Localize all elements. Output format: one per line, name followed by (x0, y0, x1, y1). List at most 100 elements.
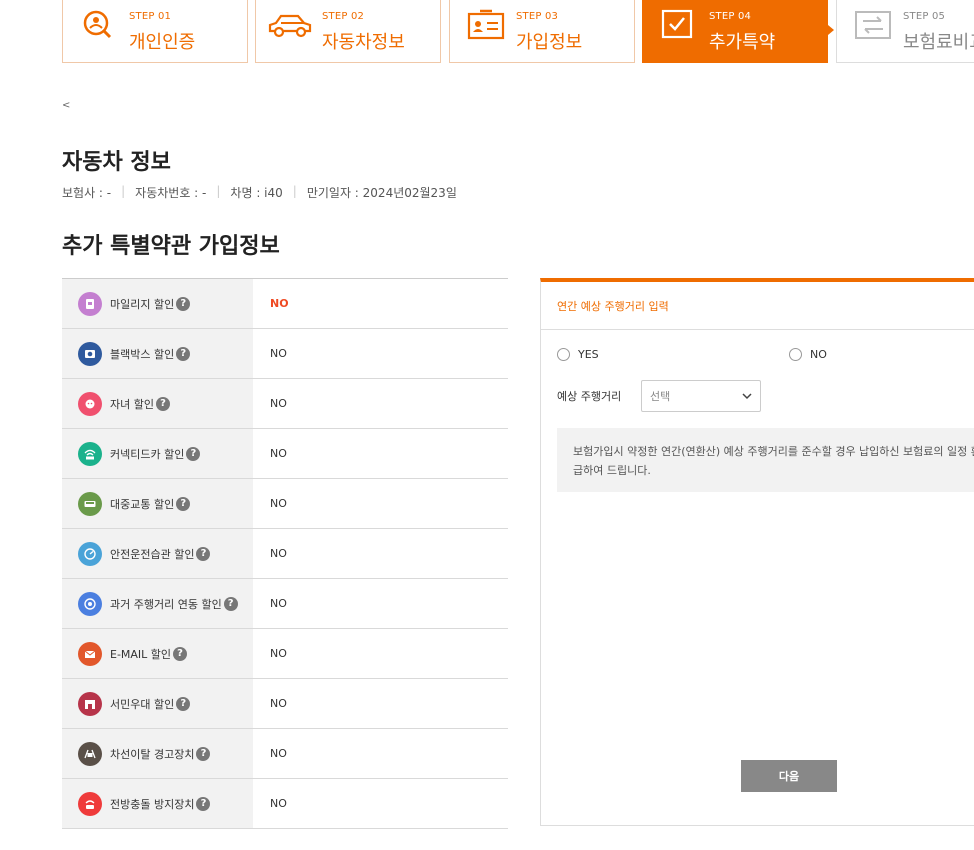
mileage-radio-group: YES NO (557, 348, 974, 368)
search-person-icon (83, 10, 112, 39)
check-box-icon (661, 9, 693, 39)
radio-circle-icon[interactable] (557, 348, 570, 361)
row-header: 과거 주행거리 연동 할인? (62, 579, 253, 628)
step-number: STEP 02 (322, 11, 365, 22)
help-icon[interactable]: ? (176, 346, 191, 361)
id-card-icon (467, 9, 505, 40)
store-icon (78, 691, 102, 716)
table-row: 과거 주행거리 연동 할인? NO (62, 579, 508, 629)
no-radio[interactable]: NO (789, 348, 827, 361)
table-row: 마일리지 할인? NO (62, 279, 508, 329)
row-value: NO (270, 597, 287, 610)
step-number: STEP 04 (709, 11, 752, 22)
bus-icon (78, 491, 102, 516)
table-row: 서민우대 할인? NO (62, 679, 508, 729)
row-header: 마일리지 할인? (62, 279, 253, 328)
connected-car-icon (78, 441, 102, 466)
distance-row: 예상 주행거리 선택 (557, 380, 761, 412)
step-3: STEP 03 가입정보 (449, 0, 635, 63)
car-info-title: 자동차 정보 (62, 150, 171, 175)
row-label: 블랙박스 할인 (110, 347, 175, 361)
row-value: NO (270, 647, 287, 660)
step-number: STEP 01 (129, 11, 172, 22)
row-header: 커넥티드카 할인? (62, 429, 253, 478)
back-button[interactable]: < (62, 100, 70, 111)
row-value: NO (270, 297, 289, 310)
divider: | (216, 184, 221, 198)
table-row: 대중교통 할인? NO (62, 479, 508, 529)
divider: | (121, 184, 126, 198)
odometer-icon (78, 591, 102, 616)
step-4: STEP 04 추가특약 (642, 0, 834, 63)
row-value: NO (270, 747, 287, 760)
next-button[interactable]: 다음 (741, 760, 837, 792)
row-header: 자녀 할인? (62, 379, 253, 428)
insurer-text: 보험사 : - (62, 186, 112, 200)
distance-label: 예상 주행거리 (557, 390, 622, 403)
step-label: 보험료비교 (903, 32, 974, 53)
table-row: 안전운전습관 할인? NO (62, 529, 508, 579)
help-icon[interactable]: ? (186, 446, 201, 461)
blackbox-icon (78, 341, 102, 366)
special-terms-table: 마일리지 할인? NO 블랙박스 할인? NO 자녀 할인? NO 커넥티드카 할인? NO 대… (62, 278, 508, 829)
row-label: 커넥티드카 할인 (110, 447, 185, 461)
step-label: 추가특약 (709, 32, 776, 53)
car-number-text: 자동차번호 : - (135, 186, 207, 200)
row-header: 전방충돌 방지장치? (62, 779, 253, 828)
row-label: 차선이탈 경고장치 (110, 747, 195, 761)
help-icon[interactable]: ? (176, 496, 191, 511)
help-icon[interactable]: ? (196, 546, 211, 561)
special-terms-title: 추가 특별약관 가입정보 (62, 234, 280, 259)
row-label: 안전운전습관 할인 (110, 547, 195, 561)
no-label: NO (810, 348, 827, 361)
table-row: 전방충돌 방지장치? NO (62, 779, 508, 829)
mileage-note: 보험가입시 약정한 연간(연환산) 예상 주행거리를 준수할 경우 납입하신 보… (557, 428, 974, 492)
help-icon[interactable]: ? (223, 596, 238, 611)
row-header: 서민우대 할인? (62, 679, 253, 728)
row-header: 안전운전습관 할인? (62, 529, 253, 578)
step-label: 가입정보 (516, 32, 583, 53)
row-value: NO (270, 547, 287, 560)
row-value: NO (270, 497, 287, 510)
row-value: NO (270, 397, 287, 410)
expiry-text: 만기일자 : 2024년02월23일 (306, 186, 457, 200)
child-icon (78, 391, 102, 416)
row-header: 블랙박스 할인? (62, 329, 253, 378)
help-icon[interactable]: ? (196, 746, 211, 761)
row-label: 대중교통 할인 (110, 497, 175, 511)
table-row: E-MAIL 할인? NO (62, 629, 508, 679)
row-value: NO (270, 347, 287, 360)
help-icon[interactable]: ? (176, 696, 191, 711)
yes-label: YES (578, 348, 599, 361)
step-label: 자동차정보 (322, 32, 405, 53)
row-label: 과거 주행거리 연동 할인 (110, 597, 222, 611)
row-header: E-MAIL 할인? (62, 629, 253, 678)
row-header: 차선이탈 경고장치? (62, 729, 253, 778)
step-1: STEP 01 개인인증 (62, 0, 248, 63)
gauge-icon (78, 541, 102, 566)
row-header: 대중교통 할인? (62, 479, 253, 528)
compare-icon (855, 11, 891, 39)
row-value: NO (270, 447, 287, 460)
help-icon[interactable]: ? (196, 796, 211, 811)
help-icon[interactable]: ? (155, 396, 170, 411)
mileage-panel: 연간 예상 주행거리 입력 YES NO 예상 주행거리 선택 보험가입시 약정… (540, 278, 974, 826)
help-icon[interactable]: ? (173, 646, 188, 661)
row-label: 서민우대 할인 (110, 697, 175, 711)
radio-circle-icon[interactable] (789, 348, 802, 361)
model-text: 차명 : i40 (230, 186, 283, 200)
mileage-panel-title: 연간 예상 주행거리 입력 (541, 282, 974, 330)
row-label: E-MAIL 할인 (110, 647, 172, 661)
car-info-summary: 보험사 : - | 자동차번호 : - | 차명 : i40 | 만기일자 : … (62, 184, 457, 201)
row-value: NO (270, 797, 287, 810)
table-row: 커넥티드카 할인? NO (62, 429, 508, 479)
lane-departure-icon (78, 741, 102, 766)
distance-select[interactable]: 선택 (641, 380, 761, 412)
help-icon[interactable]: ? (176, 296, 191, 311)
step-number: STEP 03 (516, 11, 559, 22)
table-row: 블랙박스 할인? NO (62, 329, 508, 379)
email-icon (78, 641, 102, 666)
yes-radio[interactable]: YES (557, 348, 599, 361)
step-number: STEP 05 (903, 11, 946, 22)
collision-icon (78, 791, 102, 816)
